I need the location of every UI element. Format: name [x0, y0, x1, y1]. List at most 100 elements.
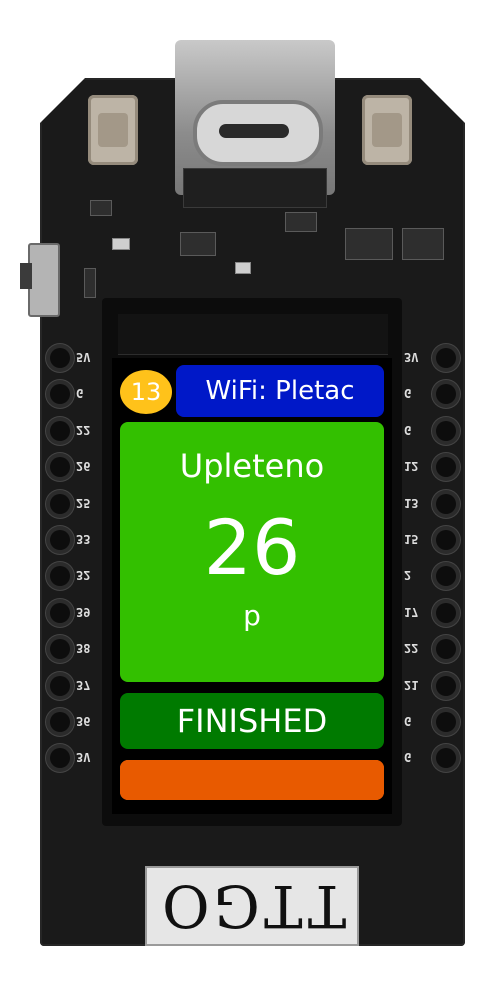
pin: 15 [400, 522, 460, 558]
pin-label: G [76, 386, 84, 401]
smd-component [345, 228, 393, 260]
pin: 32 [50, 558, 110, 594]
brand-label: TTGO [145, 866, 359, 946]
main-count: 26 [203, 503, 301, 592]
pin-label: 5V [76, 350, 91, 364]
pin-label: 13 [404, 495, 419, 510]
pin-label: 38 [76, 641, 91, 656]
pin-label: 37 [76, 677, 91, 692]
pin-hole-icon [436, 457, 456, 478]
progress-bar [120, 760, 384, 800]
pin-label: G [404, 386, 412, 401]
pin: 5V [50, 340, 110, 376]
pin-label: G [404, 750, 412, 765]
pin: 13 [400, 486, 460, 522]
pin-hole-icon [436, 348, 456, 368]
pin: 37 [50, 668, 110, 704]
board-corner-right [420, 78, 465, 123]
pin: 17 [400, 595, 460, 631]
pin-label: 21 [404, 677, 419, 692]
pin: G [400, 704, 460, 740]
pin-hole-icon [436, 566, 456, 587]
pin-label: 17 [404, 604, 419, 619]
pin-hole-icon [50, 639, 70, 660]
smd-component [235, 262, 251, 274]
pin-label: 36 [76, 713, 91, 728]
left-hardware-button[interactable] [88, 95, 138, 165]
pin: 26 [50, 449, 110, 485]
pin-hole-icon [436, 602, 456, 623]
pin-label: 15 [404, 531, 419, 546]
pin-label: 22 [76, 422, 91, 437]
wifi-status-bar: WiFi: Pletac [176, 365, 384, 417]
pin: 39 [50, 595, 110, 631]
smd-component [112, 238, 130, 250]
pin: G [50, 376, 110, 412]
pin-label: 3V [404, 350, 419, 364]
pin-label: 3V [76, 750, 91, 765]
pin-label: 25 [76, 495, 91, 510]
pin: 12 [400, 449, 460, 485]
pin: G [400, 413, 460, 449]
pin-label: 26 [76, 459, 91, 474]
pin-hole-icon [436, 420, 456, 441]
pin-hole-icon [436, 529, 456, 550]
brand-text: TTGO [157, 872, 347, 940]
pin-hole-icon [50, 384, 70, 405]
smd-component [180, 232, 216, 256]
pin-hole-icon [50, 493, 70, 514]
pin-label: 32 [76, 568, 91, 583]
board-corner-left [40, 78, 85, 123]
pin: 38 [50, 631, 110, 667]
pin-label: 22 [404, 641, 419, 656]
pin-hole-icon [50, 420, 70, 441]
pin-hole-icon [50, 675, 70, 696]
power-switch[interactable] [20, 243, 60, 317]
usb-c-footprint [183, 168, 327, 208]
pin: 3V [50, 740, 110, 776]
pin: 21 [400, 668, 460, 704]
smd-component [90, 200, 112, 216]
pin-hole-icon [50, 529, 70, 550]
right-hardware-button[interactable] [362, 95, 412, 165]
pin-hole-icon [436, 748, 456, 769]
right-pin-header: 3V G G 12 13 15 2 17 22 21 G G [400, 340, 460, 777]
left-pin-header: 5V G 22 26 25 33 32 39 38 37 36 3V [50, 340, 110, 777]
pin: 25 [50, 486, 110, 522]
usb-c-port-icon [193, 100, 323, 166]
pin: 36 [50, 704, 110, 740]
pin-label: 39 [76, 604, 91, 619]
pin-hole-icon [50, 566, 70, 587]
smd-component [285, 212, 317, 232]
smd-component [84, 268, 96, 298]
smd-component [402, 228, 444, 260]
pin-hole-icon [436, 493, 456, 514]
pin: 2 [400, 558, 460, 594]
pin: 33 [50, 522, 110, 558]
pin-hole-icon [50, 457, 70, 478]
counter-badge: 13 [120, 370, 172, 414]
pin-hole-icon [436, 711, 456, 732]
pin: 3V [400, 340, 460, 376]
pin-hole-icon [50, 748, 70, 769]
pin-hole-icon [50, 602, 70, 623]
pin-hole-icon [50, 711, 70, 732]
pin: G [400, 740, 460, 776]
pin-label: G [404, 422, 412, 437]
main-title: Upleteno [179, 447, 325, 485]
pin-label: G [404, 713, 412, 728]
progress-fill [120, 760, 384, 800]
pin-hole-icon [50, 348, 70, 368]
pin-label: 12 [404, 459, 419, 474]
status-bar: FINISHED [120, 693, 384, 749]
pin-label: 33 [76, 531, 91, 546]
pin-label: 2 [404, 568, 412, 583]
pin: G [400, 376, 460, 412]
pin: 22 [400, 631, 460, 667]
main-panel: Upleteno 26 p [120, 422, 384, 682]
pin-hole-icon [436, 639, 456, 660]
display-flex-cable [118, 314, 388, 355]
pin-hole-icon [436, 675, 456, 696]
pin-hole-icon [436, 384, 456, 405]
pin: 22 [50, 413, 110, 449]
